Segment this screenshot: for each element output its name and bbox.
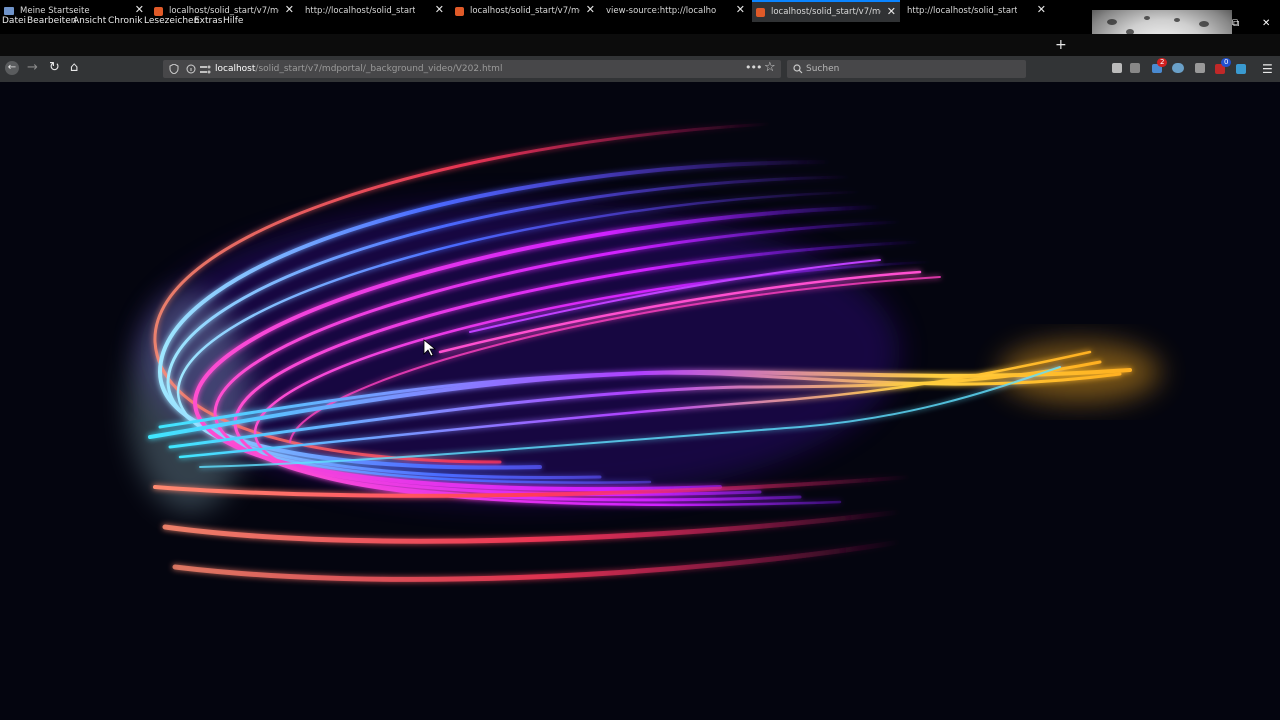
new-tab-plus-icon[interactable]: + xyxy=(1055,37,1067,53)
url-host: localhost xyxy=(215,64,256,74)
tab-label: Meine Startseite xyxy=(20,6,90,16)
close-tab-icon[interactable]: ✕ xyxy=(285,4,294,16)
close-tab-icon[interactable]: ✕ xyxy=(135,4,144,16)
bookmark-star-icon[interactable]: ☆ xyxy=(764,60,776,75)
search-input[interactable]: Suchen xyxy=(806,64,839,74)
eye-extension-icon[interactable] xyxy=(1172,63,1184,73)
tab-label: view-source:http://localhost/solid xyxy=(606,6,716,16)
background-video xyxy=(130,122,1160,582)
screenshot-icon[interactable] xyxy=(1195,63,1205,73)
forward-arrow-icon[interactable]: → xyxy=(27,61,38,75)
tab-view-source[interactable]: view-source:http://localhost/solid ✕ xyxy=(601,0,749,22)
search-bar[interactable]: Suchen xyxy=(787,60,1026,78)
close-tab-icon[interactable]: ✕ xyxy=(887,6,896,18)
home-icon xyxy=(4,7,14,15)
translate-icon[interactable] xyxy=(1236,64,1246,74)
permissions-icon[interactable] xyxy=(200,65,211,74)
tab-localhost-1[interactable]: localhost/solid_start/v7/mdpo ✕ xyxy=(150,0,298,22)
tab-localhost-active[interactable]: localhost/solid_start/v7/mdpo ✕ xyxy=(752,0,900,22)
page-icon xyxy=(756,7,765,17)
page-content xyxy=(0,82,1280,720)
search-icon xyxy=(793,64,803,74)
hamburger-menu-icon[interactable]: ☰ xyxy=(1262,62,1273,76)
sidebar-icon[interactable] xyxy=(1130,63,1140,73)
restore-window-icon[interactable]: ⧉ xyxy=(1232,18,1239,29)
tab-label: localhost/solid_start/v7/mdpo xyxy=(771,7,881,17)
library-icon[interactable] xyxy=(1112,63,1122,73)
tab-bar xyxy=(0,34,1280,56)
tab-localhost-2[interactable]: localhost/solid_start/v7/mdpo ✕ xyxy=(451,0,599,22)
reload-icon[interactable]: ↻ xyxy=(49,61,60,75)
tab-http-localhost-2[interactable]: http://localhost/solid_start/v7/md ✕ xyxy=(902,0,1050,22)
url-path: /solid_start/v7/mdportal/_background_vid… xyxy=(255,64,503,74)
close-tab-icon[interactable]: ✕ xyxy=(736,4,745,16)
url-bar[interactable]: localhost/solid_start/v7/mdportal/_backg… xyxy=(163,60,781,78)
info-icon[interactable] xyxy=(186,64,196,74)
page-actions-icon[interactable]: ••• xyxy=(745,61,762,74)
page-icon xyxy=(154,6,163,16)
close-tab-icon[interactable]: ✕ xyxy=(1037,4,1046,16)
tab-meine-startseite[interactable]: Meine Startseite ✕ xyxy=(0,0,148,22)
tab-label: http://localhost/solid_start/v7/md xyxy=(907,6,1017,16)
close-tab-icon[interactable]: ✕ xyxy=(435,4,444,16)
page-icon xyxy=(455,6,464,16)
url-text[interactable]: localhost/solid_start/v7/mdportal/_backg… xyxy=(215,64,502,74)
close-tab-icon[interactable]: ✕ xyxy=(586,4,595,16)
home-button-icon[interactable]: ⌂ xyxy=(70,61,78,75)
tab-label: localhost/solid_start/v7/mdpo xyxy=(470,6,580,16)
tracking-shield-icon[interactable] xyxy=(169,64,179,74)
tab-label: http://localhost/solid_start/v7/md xyxy=(305,6,415,16)
close-window-icon[interactable]: ✕ xyxy=(1262,18,1270,29)
tab-http-localhost-1[interactable]: http://localhost/solid_start/v7/md ✕ xyxy=(300,0,448,22)
tab-label: localhost/solid_start/v7/mdpo xyxy=(169,6,279,16)
back-arrow-icon[interactable]: ← xyxy=(5,61,19,75)
